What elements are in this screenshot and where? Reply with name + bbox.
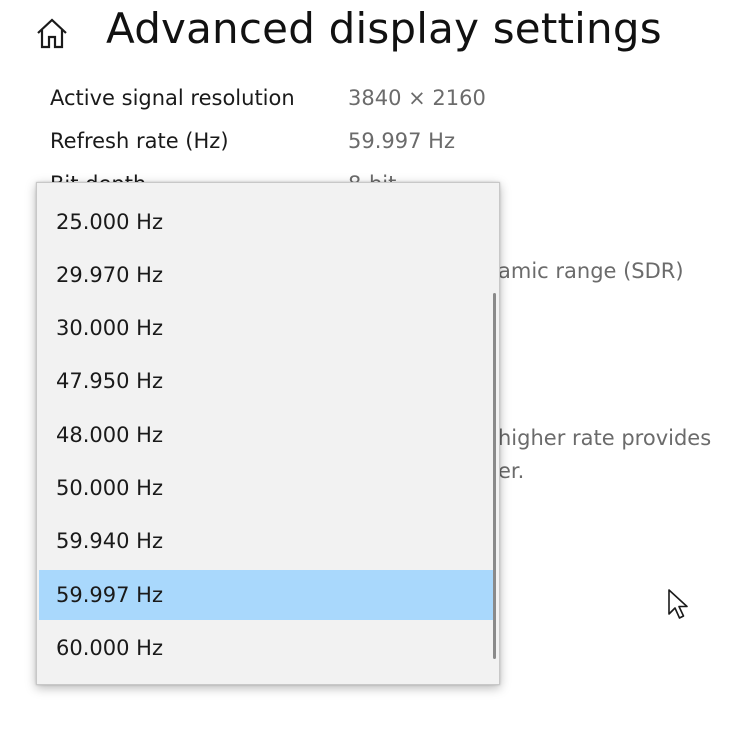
refresh-rate-option[interactable]: 25.000 Hz xyxy=(39,197,495,247)
info-value: 59.997 Hz xyxy=(348,129,455,153)
refresh-rate-option[interactable]: 59.940 Hz xyxy=(39,516,495,566)
info-value: 3840 × 2160 xyxy=(348,86,486,110)
refresh-rate-dropdown-list[interactable]: 25.000 Hz 29.970 Hz 30.000 Hz 47.950 Hz … xyxy=(36,182,500,685)
scrollbar-thumb[interactable] xyxy=(493,293,496,659)
refresh-rate-option[interactable]: 60.000 Hz xyxy=(39,623,495,673)
refresh-rate-option[interactable]: 29.970 Hz xyxy=(39,250,495,300)
refresh-rate-option[interactable]: 30.000 Hz xyxy=(39,303,495,353)
info-label: Refresh rate (Hz) xyxy=(50,129,229,153)
refresh-rate-option-selected[interactable]: 59.997 Hz xyxy=(39,570,495,620)
refresh-description-line: er. xyxy=(498,459,525,483)
refresh-rate-option[interactable]: 50.000 Hz xyxy=(39,463,495,513)
refresh-description-line: higher rate provides xyxy=(498,426,712,450)
home-icon[interactable] xyxy=(35,17,69,51)
mouse-cursor-icon xyxy=(668,589,688,619)
refresh-rate-option[interactable]: 48.000 Hz xyxy=(39,410,495,460)
color-space-text: amic range (SDR) xyxy=(498,259,684,283)
page-title: Advanced display settings xyxy=(106,4,662,53)
info-label: Active signal resolution xyxy=(50,86,295,110)
refresh-rate-option[interactable]: 47.950 Hz xyxy=(39,356,495,406)
